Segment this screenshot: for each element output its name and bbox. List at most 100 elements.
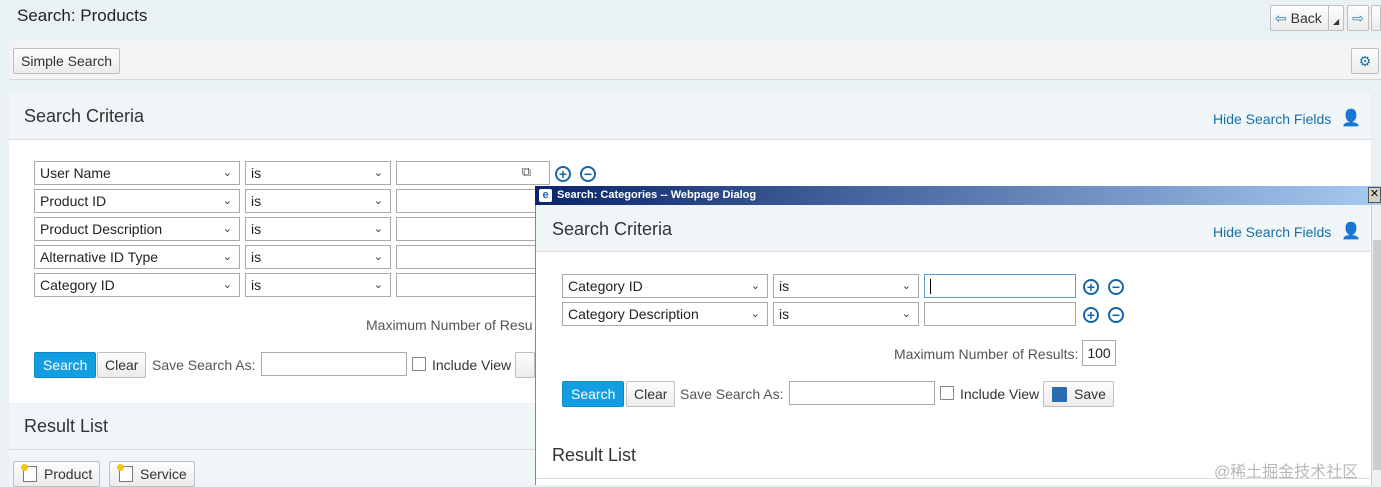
hide-search-fields-link[interactable]: Hide Search Fields xyxy=(1213,111,1331,127)
dialog-search-button[interactable]: Search xyxy=(562,381,625,407)
value-help-icon[interactable]: ⧉ xyxy=(522,164,531,180)
dialog-criteria-title: Search Criteria xyxy=(552,219,673,239)
criteria-op-select-2[interactable]: is ⌄ xyxy=(245,189,391,213)
remove-row-icon[interactable]: − xyxy=(1108,307,1124,323)
criteria-field-select-5[interactable]: Category ID ⌄ xyxy=(34,273,240,297)
criteria-field-select-4[interactable]: Alternative ID Type ⌄ xyxy=(34,245,240,269)
include-view-label: Include View xyxy=(432,357,512,373)
dialog-hide-search-fields-link[interactable]: Hide Search Fields xyxy=(1213,224,1331,240)
chevron-down-icon: ⌄ xyxy=(373,223,383,235)
criteria-op-select-3[interactable]: is ⌄ xyxy=(245,217,391,241)
criteria-op-label: is xyxy=(251,277,262,293)
criteria-value-input-5[interactable] xyxy=(396,273,550,297)
criteria-field-select-1[interactable]: User Name ⌄ xyxy=(34,161,240,185)
forward-button[interactable]: ⇨ xyxy=(1347,5,1369,31)
add-row-icon[interactable]: + xyxy=(1083,279,1099,295)
dialog-save-search-as-label: Save Search As: xyxy=(680,386,784,402)
clear-button[interactable]: Clear xyxy=(97,352,147,378)
chevron-down-icon: ⌄ xyxy=(222,195,232,207)
criteria-op-select-4[interactable]: is ⌄ xyxy=(245,245,391,269)
dialog-field-label: Category Description xyxy=(568,306,699,322)
chevron-down-icon: ⌄ xyxy=(901,280,911,292)
criteria-field-label: Product Description xyxy=(40,221,163,237)
add-row-icon[interactable]: + xyxy=(555,166,571,182)
dialog-op-select-2[interactable]: is ⌄ xyxy=(773,302,919,326)
add-row-icon[interactable]: + xyxy=(1083,307,1099,323)
result-list-title: Result List xyxy=(24,416,109,436)
remove-row-icon[interactable]: − xyxy=(580,166,596,182)
floppy-disk-icon xyxy=(1052,387,1067,402)
dialog-op-label: is xyxy=(779,306,790,322)
criteria-value-input-3[interactable] xyxy=(396,217,550,241)
back-button[interactable]: ⇦ Back xyxy=(1270,5,1330,31)
criteria-value-input-1[interactable]: ⧉ xyxy=(396,161,550,185)
back-dropdown-button[interactable]: ◢ xyxy=(1328,5,1344,31)
new-document-icon xyxy=(21,464,37,482)
dialog-save-label: Save xyxy=(1074,386,1106,402)
save-search-as-label: Save Search As: xyxy=(152,357,256,373)
chevron-down-icon: ⌄ xyxy=(373,279,383,291)
criteria-op-select-1[interactable]: is ⌄ xyxy=(245,161,391,185)
dialog-field-select-2[interactable]: Category Description ⌄ xyxy=(562,302,768,326)
gear-icon: ⚙ xyxy=(1358,53,1372,69)
dialog-result-list-title: Result List xyxy=(552,445,637,465)
criteria-field-label: Category ID xyxy=(40,277,115,293)
dialog-include-view-checkbox[interactable] xyxy=(940,386,954,400)
criteria-op-label: is xyxy=(251,165,262,181)
chevron-down-icon: ⌄ xyxy=(373,195,383,207)
dialog-clear-button[interactable]: Clear xyxy=(626,381,676,407)
dialog-scrollbar-thumb[interactable] xyxy=(1373,240,1381,470)
chevron-down-icon: ⌄ xyxy=(750,308,760,320)
dialog-max-results-label: Maximum Number of Results: xyxy=(894,346,1079,362)
dialog-close-icon[interactable]: ✕ xyxy=(1368,187,1381,203)
criteria-op-label: is xyxy=(251,249,262,265)
new-product-button[interactable]: Product xyxy=(13,461,101,487)
search-button[interactable]: Search xyxy=(34,352,97,378)
chevron-down-icon: ⌄ xyxy=(750,280,760,292)
save-search-as-input[interactable] xyxy=(261,352,407,376)
simple-search-button[interactable]: Simple Search xyxy=(13,48,121,74)
dialog-max-results-input[interactable]: 100 xyxy=(1082,340,1116,366)
dialog-category-id-input[interactable] xyxy=(924,274,1076,298)
chevron-down-icon: ⌄ xyxy=(373,167,383,179)
include-view-checkbox[interactable] xyxy=(412,357,426,371)
criteria-op-select-5[interactable]: is ⌄ xyxy=(245,273,391,297)
max-results-label: Maximum Number of Resu xyxy=(366,317,533,333)
chevron-down-icon: ⌄ xyxy=(222,167,232,179)
criteria-value-input-2[interactable] xyxy=(396,189,550,213)
save-button[interactable] xyxy=(515,352,535,378)
dialog-category-desc-input[interactable] xyxy=(924,302,1076,326)
person-settings-icon[interactable]: 👤 xyxy=(1341,221,1361,241)
criteria-field-select-2[interactable]: Product ID ⌄ xyxy=(34,189,240,213)
dialog-scrollbar[interactable] xyxy=(1371,205,1381,485)
forward-arrow-icon: ⇨ xyxy=(1352,10,1364,26)
chevron-down-icon: ⌄ xyxy=(373,251,383,263)
criteria-field-select-3[interactable]: Product Description ⌄ xyxy=(34,217,240,241)
search-criteria-header xyxy=(9,93,1371,140)
criteria-value-select-4[interactable] xyxy=(396,245,550,269)
remove-row-icon[interactable]: − xyxy=(1108,279,1124,295)
back-label: Back xyxy=(1290,10,1322,26)
ie-icon: e xyxy=(539,189,552,202)
settings-button[interactable]: ⚙ xyxy=(1351,48,1379,74)
text-cursor xyxy=(930,279,931,294)
back-arrow-icon: ⇦ xyxy=(1275,10,1287,26)
new-service-label: Service xyxy=(140,466,187,482)
criteria-field-label: User Name xyxy=(40,165,111,181)
dialog-field-select-1[interactable]: Category ID ⌄ xyxy=(562,274,768,298)
chevron-down-icon: ⌄ xyxy=(222,251,232,263)
more-dropdown-button[interactable] xyxy=(1371,5,1381,31)
criteria-field-label: Product ID xyxy=(40,193,107,209)
chevron-down-icon: ⌄ xyxy=(222,223,232,235)
new-service-button[interactable]: Service xyxy=(109,461,195,487)
dialog-save-search-as-input[interactable] xyxy=(789,381,935,405)
criteria-op-label: is xyxy=(251,221,262,237)
page-title: Search: Products xyxy=(17,6,148,25)
person-settings-icon[interactable]: 👤 xyxy=(1341,108,1361,128)
dialog-include-view-label: Include View xyxy=(960,386,1040,402)
chevron-down-icon: ◢ xyxy=(1333,17,1340,26)
dialog-save-button[interactable]: Save xyxy=(1043,381,1114,407)
dialog-field-label: Category ID xyxy=(568,278,643,294)
chevron-down-icon: ⌄ xyxy=(222,279,232,291)
dialog-op-select-1[interactable]: is ⌄ xyxy=(773,274,919,298)
